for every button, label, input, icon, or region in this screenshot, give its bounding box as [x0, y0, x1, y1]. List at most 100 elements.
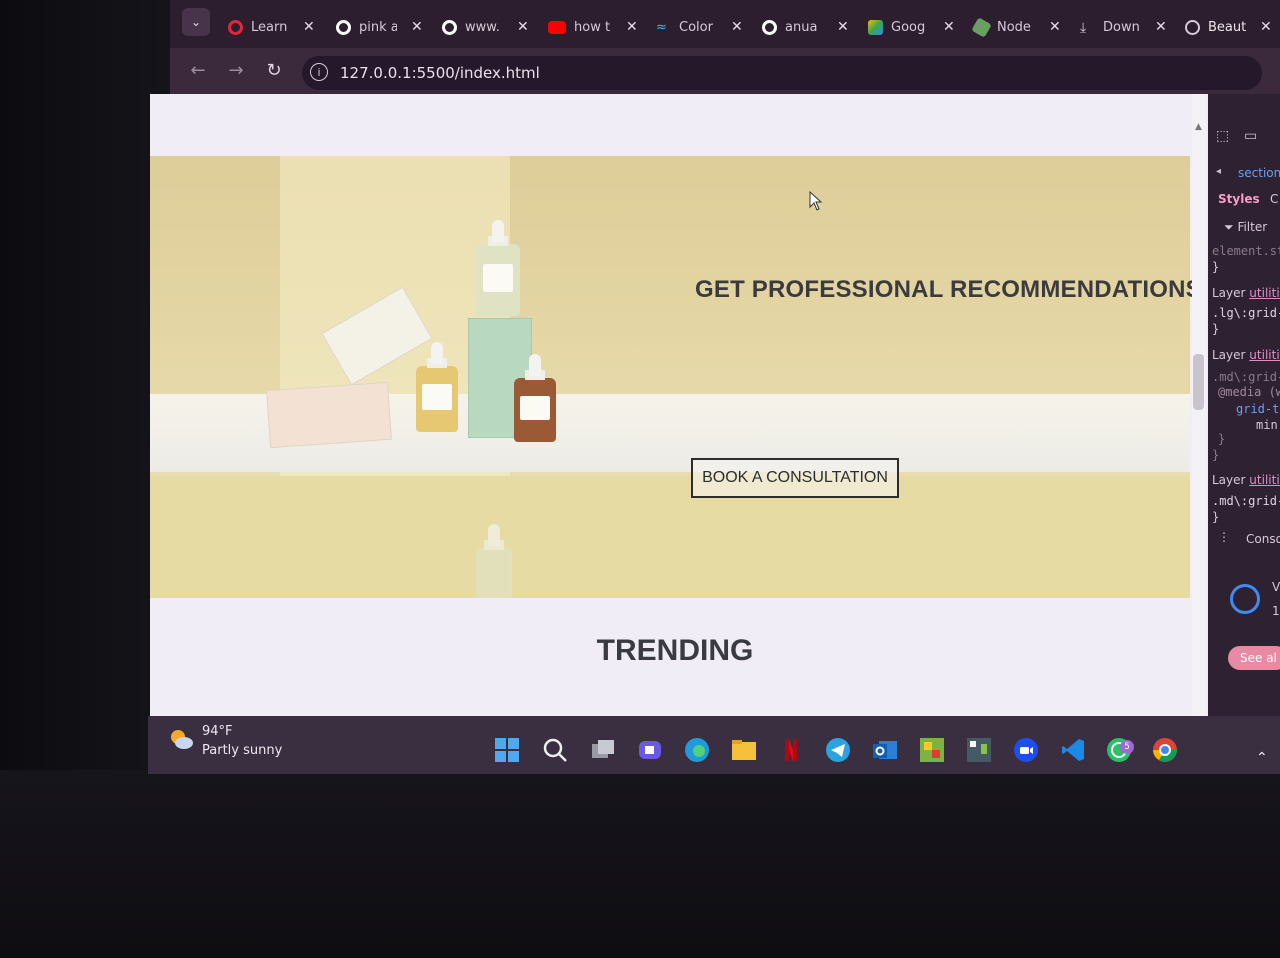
- page-viewport: GET PROFESSIONAL RECOMMENDATIONS BOOK A …: [150, 94, 1208, 730]
- css-layer-label: Layer utilitie: [1212, 473, 1280, 487]
- tab-learn[interactable]: Learn ✕: [228, 14, 315, 40]
- mouse-cursor-icon: [809, 191, 823, 211]
- close-icon[interactable]: ✕: [1155, 19, 1167, 35]
- book-consultation-button[interactable]: BOOK A CONSULTATION: [691, 458, 899, 498]
- site-info-icon[interactable]: i: [310, 63, 328, 81]
- devtools-tab-computed[interactable]: C: [1270, 192, 1278, 206]
- kebab-menu-icon[interactable]: ⋮: [1218, 530, 1230, 544]
- css-rule-selector: .lg\:grid-: [1212, 306, 1280, 320]
- tailwind-icon: ≈: [656, 19, 667, 35]
- url-text[interactable]: 127.0.0.1:5500/index.html: [340, 64, 540, 82]
- chrome-icon: [1230, 584, 1260, 614]
- tab-pink[interactable]: pink a ✕: [336, 14, 423, 40]
- google-ads-icon: [868, 19, 883, 35]
- google-icon: [442, 19, 457, 35]
- outlook-icon[interactable]: [871, 736, 899, 764]
- scroll-up-arrow-icon[interactable]: ▲: [1195, 122, 1202, 132]
- reload-icon[interactable]: ↻: [262, 58, 286, 82]
- close-icon[interactable]: ✕: [1260, 19, 1272, 35]
- whatsapp-unread-badge: 5: [1120, 740, 1134, 754]
- tab-node[interactable]: Node ✕: [971, 14, 1061, 40]
- css-rule-close: }: [1212, 322, 1220, 336]
- filter-icon: ⏷: [1224, 220, 1234, 234]
- device-toolbar-icon[interactable]: ▭: [1244, 128, 1257, 144]
- css-property: grid-t: [1236, 402, 1280, 416]
- zoom-icon[interactable]: [1012, 736, 1040, 764]
- chrome-icon[interactable]: [1151, 736, 1179, 764]
- devtools-breadcrumb[interactable]: section: [1238, 166, 1280, 180]
- weather-description[interactable]: Partly sunny: [202, 743, 282, 758]
- system-tray-chevron-icon[interactable]: ⌃: [1256, 750, 1268, 766]
- file-explorer-icon[interactable]: [730, 736, 758, 764]
- vscode-icon[interactable]: [1059, 736, 1087, 764]
- tab-google-ads[interactable]: Goog ✕: [868, 14, 955, 40]
- close-icon[interactable]: ✕: [837, 19, 849, 35]
- close-icon[interactable]: ✕: [1049, 19, 1061, 35]
- devtools-popup-text: V: [1272, 580, 1280, 594]
- product-bottle: [476, 220, 520, 316]
- scrollbar-thumb[interactable]: [1193, 354, 1204, 410]
- tab-youtube[interactable]: how t ✕: [548, 14, 638, 40]
- css-rule-close: }: [1212, 260, 1220, 274]
- tab-beauty[interactable]: Beaut ✕: [1185, 14, 1272, 40]
- game-app-icon[interactable]: [918, 736, 946, 764]
- forward-arrow-icon[interactable]: →: [224, 58, 248, 82]
- windows-start-icon[interactable]: [493, 736, 521, 764]
- close-icon[interactable]: ✕: [411, 19, 423, 35]
- see-all-button[interactable]: See al: [1228, 646, 1280, 670]
- search-icon[interactable]: [541, 736, 569, 764]
- close-icon[interactable]: ✕: [731, 19, 743, 35]
- product-bottle: [514, 354, 556, 442]
- tab-search-chevron-icon[interactable]: ⌄: [182, 8, 210, 36]
- devtools-console-tab[interactable]: Conso: [1246, 532, 1280, 546]
- devtools-popup-text: 1: [1272, 604, 1280, 618]
- hero-headline: GET PROFESSIONAL RECOMMENDATIONS: [695, 276, 1202, 303]
- hero-banner: GET PROFESSIONAL RECOMMENDATIONS BOOK A …: [150, 156, 1202, 598]
- trending-section-title: TRENDING: [596, 634, 754, 667]
- close-icon[interactable]: ✕: [626, 19, 638, 35]
- tab-anua[interactable]: anua ✕: [762, 14, 849, 40]
- download-icon: ⤓: [1080, 19, 1087, 36]
- breadcrumb-back-icon[interactable]: ◂: [1216, 166, 1221, 177]
- tab-www[interactable]: www. ✕: [442, 14, 529, 40]
- telegram-icon[interactable]: [824, 736, 852, 764]
- google-icon: [336, 19, 351, 35]
- opera-icon: [228, 19, 243, 35]
- nodejs-icon: [971, 16, 992, 38]
- css-rule-selector: .md\:grid-: [1212, 370, 1280, 384]
- hero-lower-band: [150, 476, 1190, 598]
- product-bottle: [416, 342, 458, 432]
- close-icon[interactable]: ✕: [303, 19, 315, 35]
- css-rule-close: }: [1218, 432, 1226, 446]
- task-view-icon[interactable]: [589, 736, 617, 764]
- devtools-filter[interactable]: ⏷ Filter: [1224, 220, 1267, 235]
- laptop-bezel-left: [0, 0, 170, 770]
- partly-sunny-icon[interactable]: [168, 728, 194, 750]
- weather-temperature[interactable]: 94°F: [202, 724, 233, 739]
- css-layer-label: Layer utilitie: [1212, 286, 1280, 300]
- back-arrow-icon[interactable]: ←: [186, 58, 210, 82]
- google-icon: [762, 19, 777, 35]
- tab-downloads[interactable]: ⤓ Down ✕: [1080, 14, 1167, 40]
- css-value: min: [1256, 418, 1278, 432]
- laptop-bezel-bottom: [0, 770, 1280, 958]
- product-bottle-reflection: [476, 524, 512, 598]
- page-scrollbar[interactable]: [1192, 94, 1206, 730]
- css-rule-close: }: [1212, 448, 1220, 462]
- globe-icon: [1185, 19, 1200, 35]
- edge-icon[interactable]: [683, 736, 711, 764]
- close-icon[interactable]: ✕: [943, 19, 955, 35]
- game-app-icon[interactable]: [965, 736, 993, 764]
- css-rule-selector: .md\:grid-: [1212, 494, 1280, 508]
- close-icon[interactable]: ✕: [517, 19, 529, 35]
- css-rule-close: }: [1212, 510, 1220, 524]
- inspect-element-icon[interactable]: ⬚: [1216, 128, 1229, 144]
- youtube-icon: [548, 20, 566, 34]
- tab-color[interactable]: ≈ Color ✕: [656, 14, 743, 40]
- devtools-tab-styles[interactable]: Styles: [1218, 192, 1260, 206]
- css-rule-selector: element.st: [1212, 244, 1280, 258]
- css-media-query: @media (w: [1218, 385, 1280, 399]
- netflix-icon[interactable]: [777, 736, 805, 764]
- teams-meet-icon[interactable]: [636, 736, 664, 764]
- css-layer-label: Layer utilitie: [1212, 348, 1280, 362]
